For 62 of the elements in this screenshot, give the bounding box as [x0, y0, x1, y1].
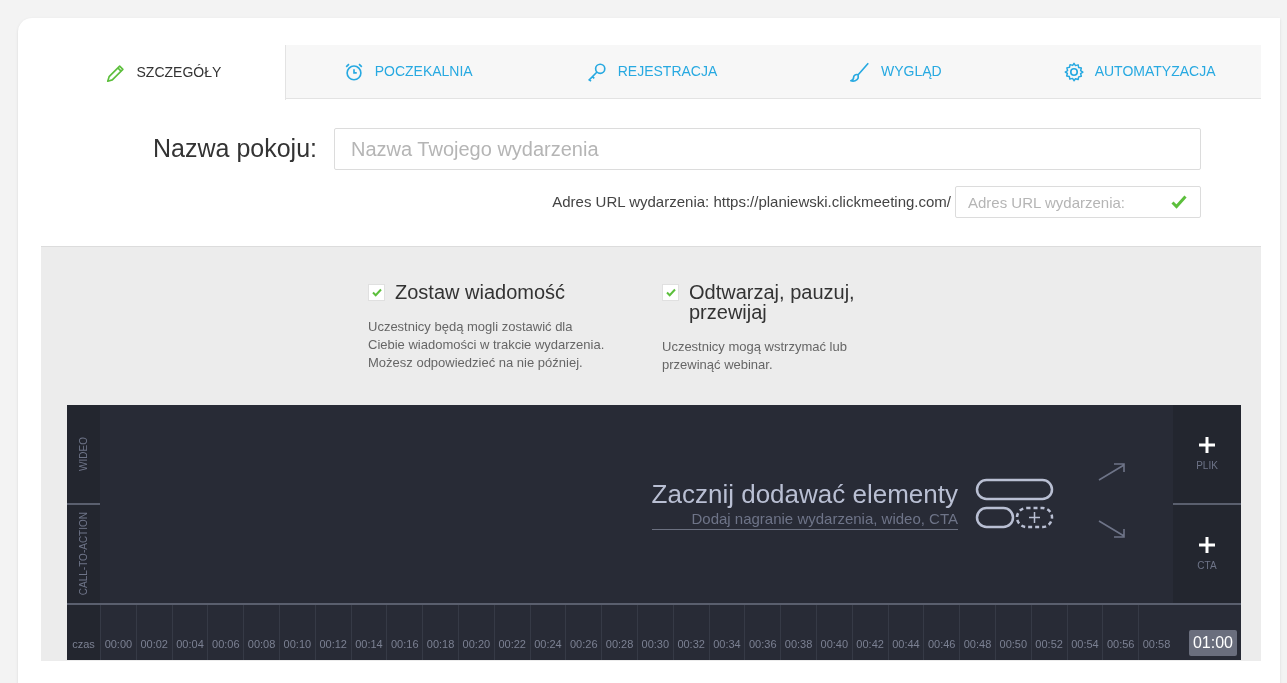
time-tick: 00:52: [1035, 636, 1063, 652]
time-tick: 00:44: [892, 636, 920, 652]
empty-state-title: Zacznij dodawać elementy: [651, 478, 958, 510]
checkbox[interactable]: [368, 284, 385, 301]
time-tick: 00:38: [784, 636, 813, 652]
time-tick: 00:34: [713, 636, 741, 652]
time-tick: 00:40: [820, 636, 849, 652]
time-tick: 00:18: [426, 636, 455, 652]
time-tick: 00:06: [212, 636, 240, 652]
tab[interactable]: POCZEKALNIA: [285, 45, 530, 98]
end-time-badge: 01:00: [1188, 630, 1237, 656]
time-tick: 00:26: [570, 636, 598, 652]
time-axis-label: czas: [67, 605, 100, 660]
checkbox[interactable]: [662, 284, 679, 301]
time-tick: 00:56: [1106, 636, 1135, 652]
time-tick: 00:30: [641, 636, 670, 652]
time-tick: 00:58: [1142, 636, 1171, 652]
time-tick: 00:42: [856, 636, 884, 652]
time-tick: 00:04: [176, 636, 204, 652]
time-tick: 00:02: [140, 636, 168, 652]
arrow-icon: [1097, 462, 1127, 482]
time-tick: 00:50: [999, 636, 1028, 652]
time-tick: 00:28: [605, 636, 634, 652]
time-tick: 00:20: [462, 636, 491, 652]
tab[interactable]: REJESTRACJA: [529, 45, 774, 98]
option-title: Zostaw wiadomość: [395, 282, 567, 302]
tab[interactable]: AUTOMATYZACJA: [1017, 45, 1261, 98]
input-field[interactable]: Nazwa Twojego wydarzenia: [334, 128, 1201, 170]
add-elements-link[interactable]: Dodaj nagranie wydarzenia, wideo, CTA: [691, 510, 958, 528]
track-label: CALL-TO-ACTION: [77, 512, 90, 596]
key-icon: [585, 60, 608, 83]
tab[interactable]: WYGLĄD: [773, 45, 1018, 98]
time-tick: 00:14: [355, 636, 383, 652]
check-icon: [665, 288, 676, 297]
time-tick: 00:24: [534, 636, 562, 652]
arrow-icon: [1097, 519, 1127, 539]
settings-icon: [1062, 60, 1085, 83]
brush-icon: [848, 60, 871, 83]
time-tick: 00:10: [283, 636, 312, 652]
time-tick: 00:22: [498, 636, 526, 652]
add-button[interactable]: CTA: [1173, 503, 1241, 603]
option-title: Odtwarzaj, pauzuj, przewijaj: [689, 282, 856, 322]
url-field[interactable]: Adres URL wydarzenia:: [955, 186, 1201, 218]
time-tick: 00:54: [1071, 636, 1099, 652]
time-tick: 00:08: [247, 636, 276, 652]
plus-icon: [1198, 435, 1216, 454]
field-label: Nazwa pokoju:: [153, 133, 317, 165]
option-description: Uczestnicy będą mogli zostawić dla Ciebie wiadomości w trakcie wydarzenia. Możesz odpowiedzieć na nie później.: [368, 318, 606, 372]
plus-icon: [1198, 535, 1216, 554]
time-tick: 00:16: [391, 636, 419, 652]
option-description: Uczestnicy mogą wstrzymać lub przewinąć webinar.: [662, 338, 848, 374]
time-tick: 00:32: [677, 636, 705, 652]
track-label: WIDEO: [77, 437, 90, 471]
time-tick: 00:48: [963, 636, 992, 652]
tab[interactable]: SZCZEGÓŁY: [41, 45, 286, 100]
time-tick: 00:12: [319, 636, 347, 652]
time-tick: 00:00: [104, 636, 133, 652]
add-button[interactable]: PLIK: [1173, 405, 1241, 503]
time-tick: 00:36: [748, 636, 777, 652]
check-icon: [371, 288, 382, 297]
url-prefix: Adres URL wydarzenia: https://planiewski.clickmeeting.com/: [552, 191, 951, 212]
time-tick: 00:46: [927, 636, 956, 652]
